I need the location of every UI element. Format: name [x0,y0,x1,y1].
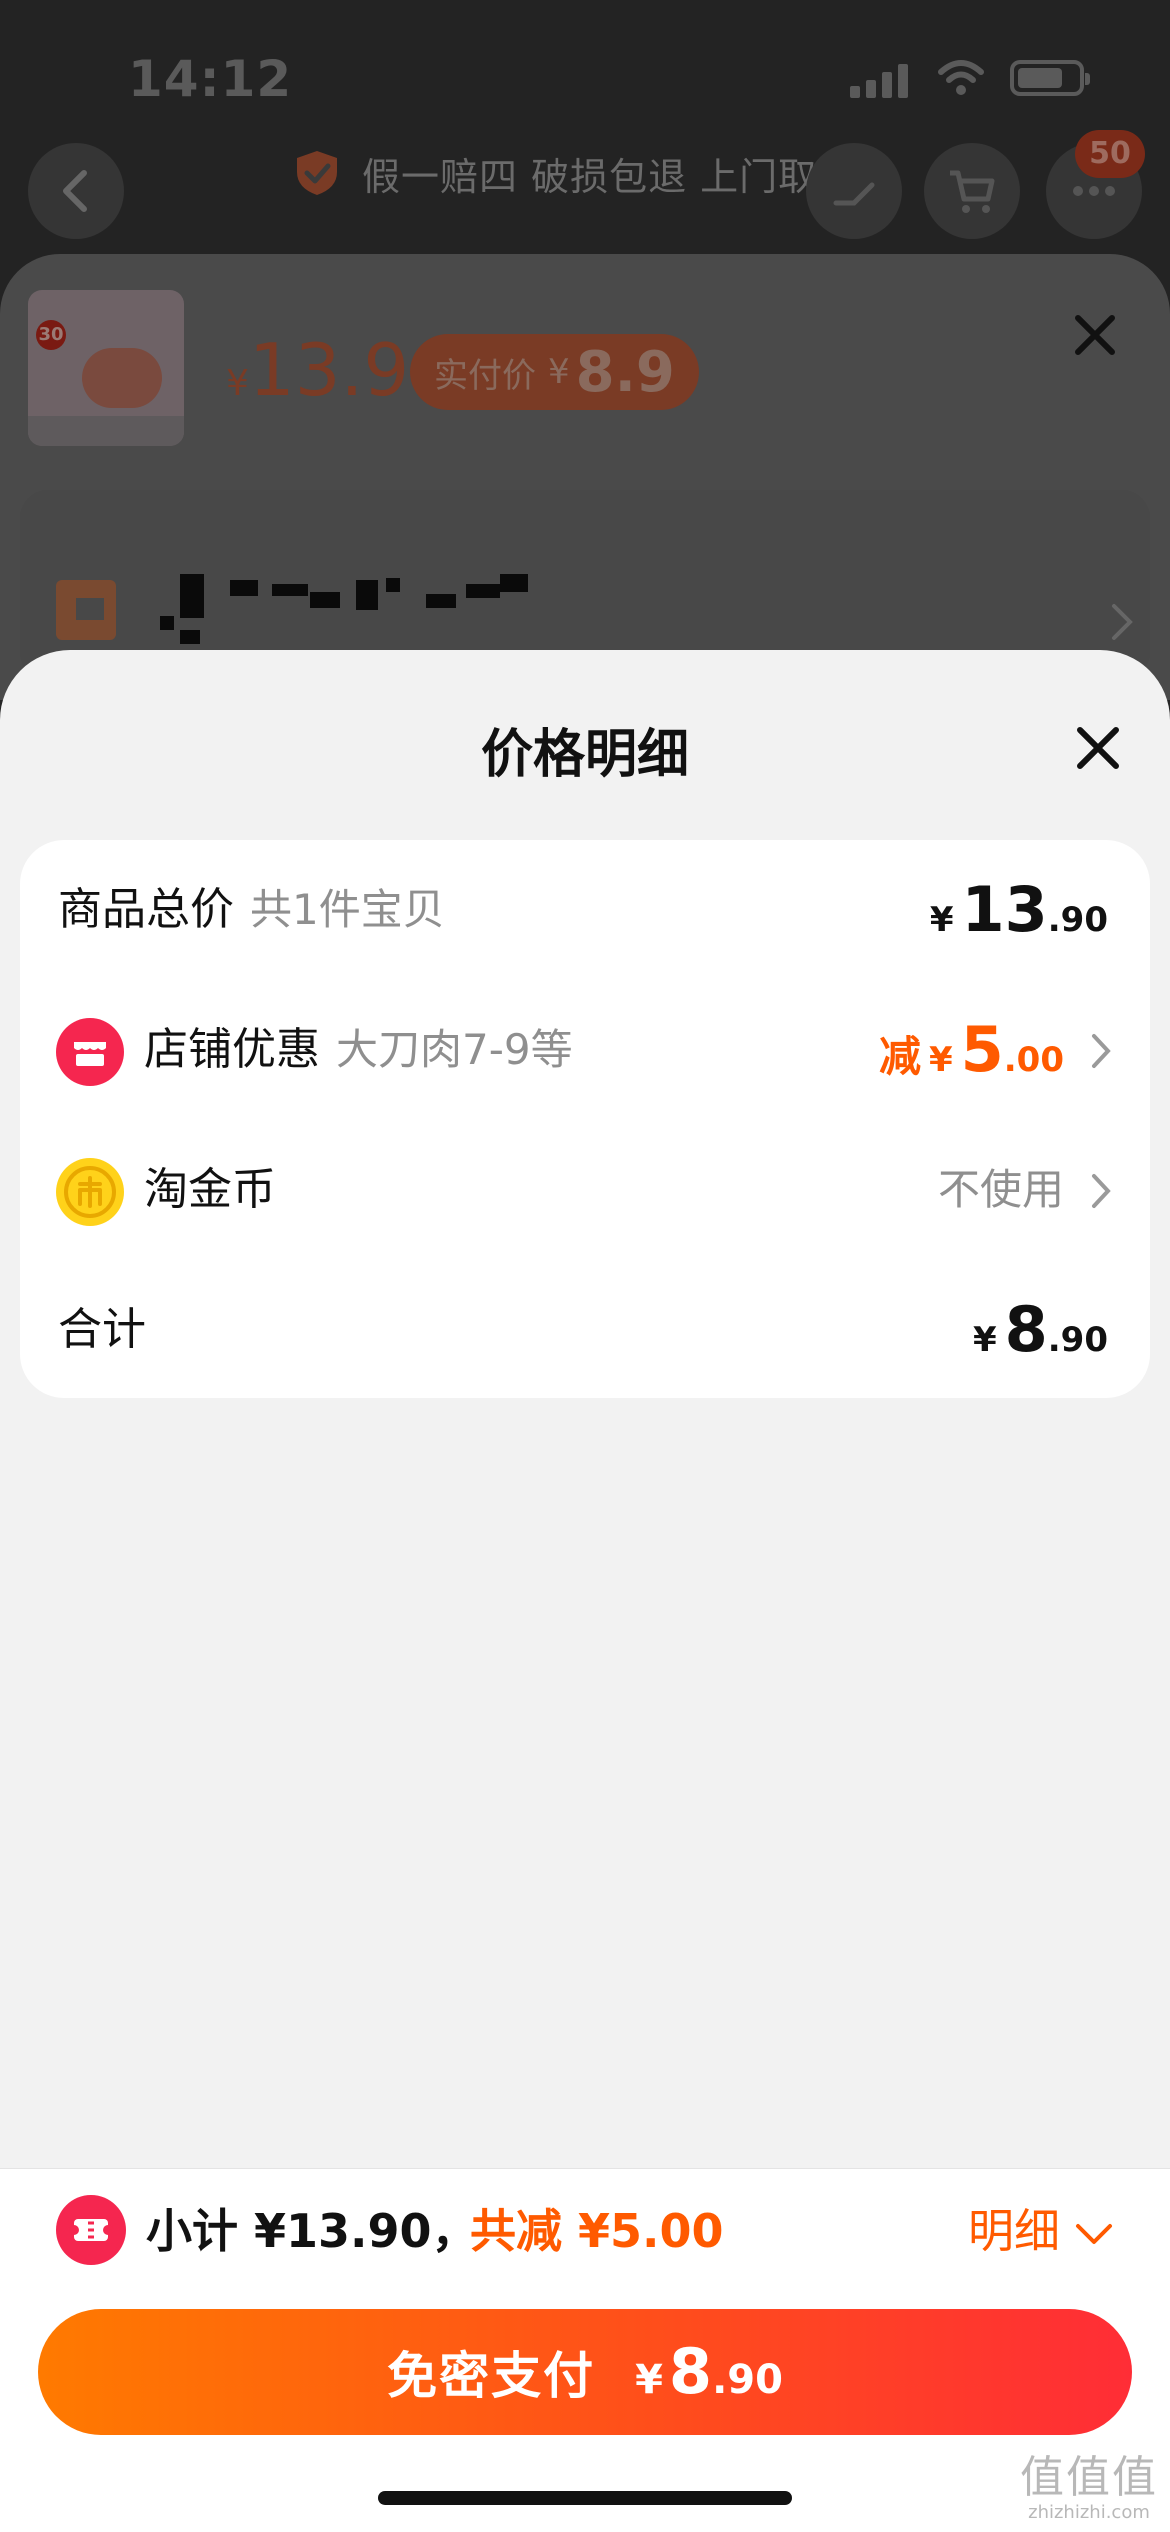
chevron-down-icon [1076,2223,1112,2244]
row-label: 合计 [58,1304,146,1355]
cart-icon [950,170,995,213]
total-reduced-text: 共减 ¥5.00 [470,2204,724,2258]
close-icon[interactable] [1070,310,1120,360]
pay-label: 免密支付 [387,2347,596,2405]
share-button[interactable] [806,143,902,239]
coupon-icon [56,2195,126,2265]
watermark: 值值值 zhizhizhi.com [1020,2452,1158,2524]
subtotal-text: 小计 ¥13.90， [146,2204,478,2258]
status-time: 14:12 [128,50,293,108]
taojinbi-row[interactable]: 淘金币 不使用 [20,1120,1150,1260]
signal-icon [850,62,912,98]
store-discount-amount: 减 ¥5.00 [878,1013,1064,1086]
back-button[interactable] [28,143,124,239]
product-thumbnail: 30 [28,290,184,446]
total-price-amount: ¥13.90 [929,873,1108,946]
guarantee-banner: 假一赔四 破损包退 上门取退 [292,148,857,199]
taojinbi-value: 不使用 [937,1165,1064,1214]
chevron-right-icon [1112,604,1133,640]
detail-toggle-label: 明细 [968,2204,1060,2258]
paid-price-pill: 实付价 ¥ 8.9 [410,334,699,410]
row-label: 店铺优惠 [144,1024,320,1075]
background-page: 14:12 假一赔四 破损包退 上门取退 50 30 ¥13.9 实付价 ¥ 8… [0,0,1170,700]
thumb-badge: 30 [36,320,66,350]
close-icon[interactable] [1070,720,1126,776]
store-icon [56,1018,124,1086]
modal-title: 价格明细 [480,725,689,785]
total-price-row: 商品总价 共1件宝贝 ¥13.90 [20,840,1150,980]
chevron-left-icon [63,170,87,212]
store-discount-row[interactable]: 店铺优惠 大刀肉7-9等 减 ¥5.00 [20,980,1150,1120]
product-price: ¥13.9 [226,328,410,412]
row-label: 淘金币 [144,1164,276,1215]
row-sub: 共1件宝贝 [250,885,445,934]
cart-button[interactable] [924,143,1020,239]
chevron-right-icon [1092,1034,1111,1068]
wifi-icon [938,60,984,95]
sum-row: 合计 ¥8.90 [20,1260,1150,1400]
battery-icon [1010,60,1090,96]
shop-logo [56,580,116,640]
detail-toggle-button[interactable]: 明细 [968,2199,1114,2263]
sum-amount: ¥8.90 [972,1293,1108,1366]
pay-button[interactable]: 免密支付 ¥8.90 [38,2309,1132,2435]
row-sub: 大刀肉7-9等 [336,1025,573,1074]
chevron-right-icon [1092,1174,1111,1208]
share-icon [833,182,875,206]
guarantee-text: 假一赔四 破损包退 上门取退 [362,154,857,199]
cart-badge: 50 [1075,130,1145,178]
home-indicator [378,2491,792,2505]
price-detail-card: 商品总价 共1件宝贝 ¥13.90 店铺优惠 大刀肉7-9等 减 ¥5.00 淘… [20,840,1150,1398]
shield-check-icon [297,151,337,195]
gold-coin-icon [56,1158,124,1226]
product-sheet: 30 ¥13.9 实付价 ¥ 8.9 [0,254,1170,700]
checkout-bar: 小计 ¥13.90， 共减 ¥5.00 明细 免密支付 ¥8.90 [0,2168,1170,2532]
row-label: 商品总价 [58,884,234,935]
